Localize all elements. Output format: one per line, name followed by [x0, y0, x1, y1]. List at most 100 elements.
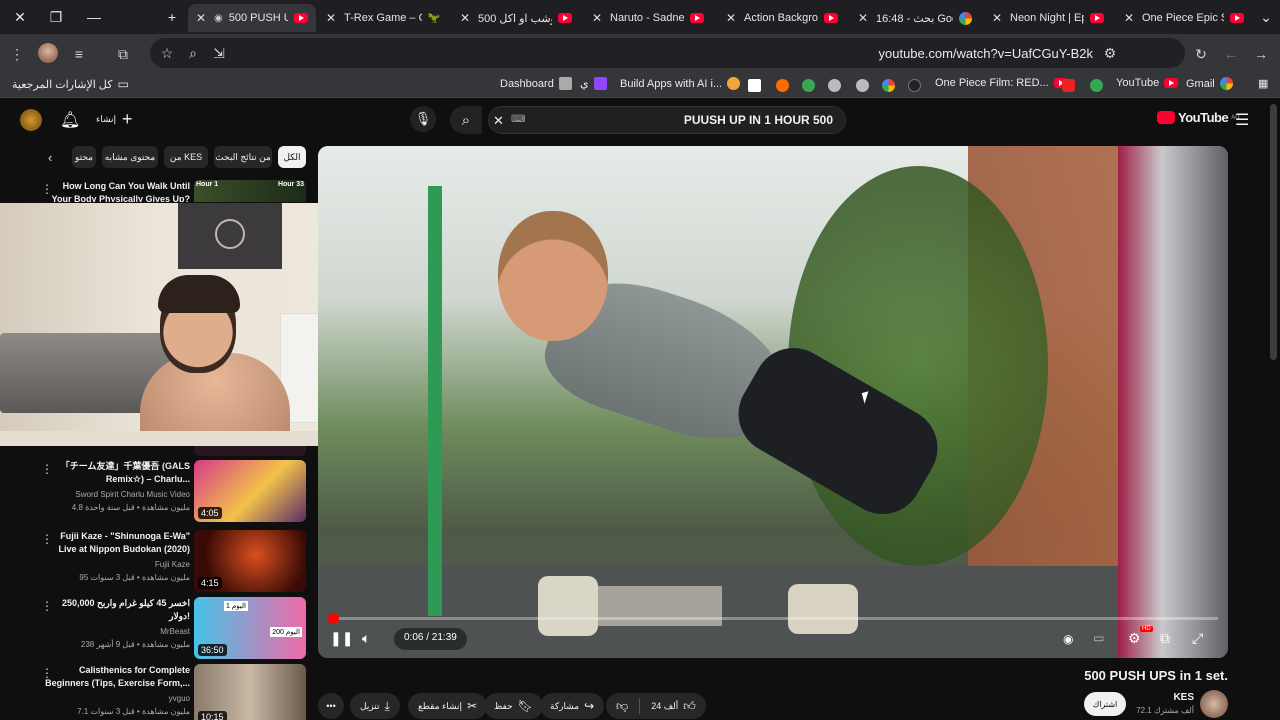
list-item[interactable]: ⋮ Fujii Kaze - "Shinunoga E-Wa" Live at …	[0, 530, 312, 594]
tab-one-piece-epic[interactable]: ✕ One Piece Epic S	[1116, 4, 1252, 32]
tab-close-icon[interactable]: ✕	[196, 11, 208, 25]
video-thumbnail[interactable]: اليوم 1 اليوم 200 36:50	[194, 597, 306, 659]
tab-close-icon[interactable]: ✕	[1124, 11, 1136, 25]
bookmark-twitch[interactable]: ي	[580, 77, 607, 90]
save-button[interactable]: حفظ 🔖︎	[484, 693, 543, 719]
tab-500-push-ups[interactable]: ✕ ◉ 500 PUSH U	[188, 4, 316, 32]
guide-menu-icon[interactable]: ☰	[1235, 110, 1249, 130]
tab-naruto-sadness[interactable]: ✕ Naruto - Sadnes	[584, 4, 712, 32]
more-actions-icon[interactable]: •••	[318, 693, 344, 719]
tab-google-search[interactable]: ✕ 16:48 - بحث Google	[850, 4, 980, 32]
volume-icon[interactable]: 🔈︎	[362, 630, 370, 647]
video-thumbnail[interactable]: 4:05	[194, 460, 306, 522]
chip-related[interactable]: محتوى مشابه	[102, 146, 158, 168]
bookmark-youtube[interactable]: YouTube	[1116, 77, 1179, 89]
list-item-partial[interactable]	[0, 446, 312, 456]
notifications-bell-icon[interactable]: 🔔︎	[60, 110, 80, 130]
address-bar[interactable]: ☆ ⌕ ⇲ youtube.com/watch?v=UafCGuY-B2k ⚙	[150, 38, 1185, 68]
download-button[interactable]: تنزيل ⤓	[350, 693, 400, 719]
list-item[interactable]: ⋮ Calisthenics for Complete Beginners (T…	[0, 664, 312, 720]
google-icon[interactable]	[882, 79, 895, 92]
chip-from-search[interactable]: من نتائج البحث	[214, 146, 272, 168]
tab-close-icon[interactable]: ✕	[726, 11, 738, 25]
subscribe-button[interactable]: اشتراك	[1084, 692, 1126, 716]
chips-scroll-left-icon[interactable]: ‹	[48, 150, 52, 165]
bookmark-globe-icon[interactable]	[828, 79, 841, 92]
channel-avatar[interactable]	[1200, 690, 1228, 718]
tab-close-icon[interactable]: ✕	[326, 11, 338, 25]
browser-menu-icon[interactable]: ⋮	[6, 43, 28, 65]
bookmark-m-icon[interactable]	[908, 79, 921, 92]
chip-more[interactable]: محتو	[72, 146, 96, 168]
clip-button[interactable]: إنشاء مقطع ✂	[408, 693, 488, 719]
chip-from-kes[interactable]: من KES	[164, 146, 208, 168]
list-item[interactable]: ⋮ اخسر 45 كيلو غرام واربح 250,000 دولار!…	[0, 597, 312, 661]
clear-search-icon[interactable]: ✕	[493, 113, 504, 129]
extensions-icon[interactable]: ⧉	[112, 43, 134, 65]
voice-search-icon[interactable]: 🎙︎	[410, 106, 436, 132]
back-arrow-icon[interactable]: →	[1250, 43, 1272, 65]
tab-close-icon[interactable]: ✕	[460, 11, 472, 25]
zoom-icon[interactable]: ⌕	[182, 42, 204, 64]
fullscreen-icon[interactable]: ⤢	[1192, 630, 1203, 647]
amazon-icon[interactable]	[748, 79, 761, 92]
bookmarks-overflow-icon[interactable]: ▦	[1258, 77, 1268, 90]
search-icon[interactable]: ⌕	[450, 106, 482, 134]
reload-icon[interactable]: ↻	[1190, 43, 1212, 65]
video-thumbnail[interactable]: Hour 1 Hour 33	[194, 180, 306, 202]
pause-icon[interactable]: ❚❚	[330, 630, 353, 647]
tab-push-ups-arabic[interactable]: ✕ 500 بوشب او اكل	[452, 4, 580, 32]
page-scrollbar[interactable]	[1270, 104, 1277, 360]
tab-search-chevron-icon[interactable]: ⌄	[1254, 5, 1278, 29]
window-minimize-icon[interactable]: —	[82, 5, 106, 29]
list-item[interactable]: ⋮ How Long Can You Walk Until Your Body …	[0, 180, 312, 202]
profile-avatar[interactable]	[38, 43, 58, 63]
maps-icon[interactable]	[1090, 79, 1103, 92]
tab-neon-night[interactable]: ✕ Neon Night | Epi	[984, 4, 1112, 32]
tab-t-rex-game[interactable]: ✕ T-Rex Game – G 🦖	[318, 4, 448, 32]
dislike-icon[interactable]: 👎︎	[616, 699, 628, 714]
search-input[interactable]: ✕ ⌨ PUUSH UP IN 1 HOUR 500	[488, 106, 846, 134]
window-close-icon[interactable]: ✕	[8, 5, 32, 29]
tab-action-background[interactable]: ✕ Action Backgrou	[718, 4, 846, 32]
tab-close-icon[interactable]: ✕	[858, 11, 870, 25]
create-button[interactable]: إنشاء +	[96, 110, 133, 128]
bookmark-orange-icon[interactable]	[776, 79, 789, 92]
youtube-logo[interactable]: YouTube AU	[1157, 110, 1240, 125]
tab-close-icon[interactable]: ✕	[592, 11, 604, 25]
keyboard-icon[interactable]: ⌨	[511, 114, 525, 125]
progress-scrubber[interactable]	[328, 613, 339, 624]
video-thumbnail[interactable]	[194, 446, 306, 456]
autoplay-toggle-icon[interactable]: ◉	[1063, 632, 1073, 646]
bookmark-build-apps[interactable]: Build Apps with AI i...	[620, 77, 741, 90]
channel-name[interactable]: KES	[1173, 692, 1194, 703]
bookmark-star-icon[interactable]: ☆	[156, 42, 178, 64]
install-app-icon[interactable]: ⇲	[208, 42, 230, 64]
like-icon[interactable]: 👍︎	[683, 699, 696, 714]
window-restore-icon[interactable]: ❐	[44, 5, 68, 29]
account-avatar[interactable]	[20, 109, 42, 131]
site-settings-icon[interactable]: ⚙	[1099, 42, 1121, 64]
video-thumbnail[interactable]: 4:15	[194, 530, 306, 592]
chip-all[interactable]: الكل	[278, 146, 306, 168]
forward-arrow-icon[interactable]: ←	[1220, 43, 1242, 65]
bookmark-dashboard[interactable]: Dashboard	[500, 77, 572, 90]
playlist-queue-icon[interactable]: ≡	[68, 43, 90, 65]
progress-bar[interactable]	[328, 613, 1218, 624]
share-button[interactable]: مشاركة ↪	[540, 693, 605, 719]
video-thumbnail[interactable]: 10:15	[194, 664, 306, 720]
subtitles-icon[interactable]: ▭	[1093, 631, 1104, 645]
tab-close-icon[interactable]: ✕	[992, 11, 1004, 25]
bookmark-one-piece-film[interactable]: One Piece Film: RED...	[935, 77, 1068, 89]
bookmark-gmail[interactable]: Gmail	[1186, 77, 1233, 90]
bookmark-4k-icon[interactable]	[1062, 79, 1075, 92]
bookmark-globe-icon[interactable]	[856, 79, 869, 92]
video-player[interactable]: ❚❚ 🔈︎ 0:06 / 21:39 ◉ ▭ ⚙ HD ⧉ ⤢	[318, 146, 1228, 658]
miniplayer-icon[interactable]: ⧉	[1160, 630, 1170, 647]
bookmark-green-icon[interactable]	[802, 79, 815, 92]
settings-gear-icon[interactable]: ⚙	[1128, 630, 1141, 647]
new-tab-icon[interactable]: +	[160, 5, 184, 29]
list-item[interactable]: ⋮ 「チーム友達」千葉優吾 (GALS Remix☆) – Charlu... …	[0, 460, 312, 524]
left-hand	[538, 576, 598, 636]
all-bookmarks-button[interactable]: كل الإشارات المرجعية ▭	[12, 77, 129, 91]
